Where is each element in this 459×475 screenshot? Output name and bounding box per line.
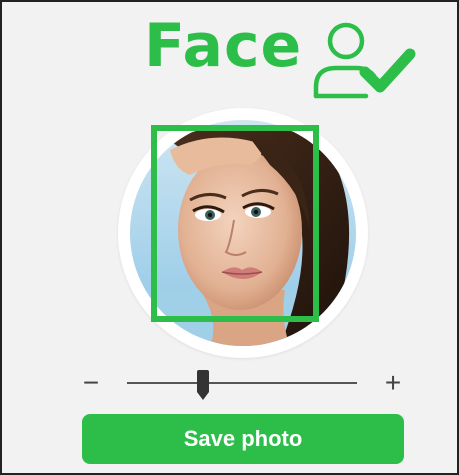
- zoom-slider-track[interactable]: [127, 382, 357, 384]
- face-detection-box: [151, 125, 319, 322]
- page-title: Face: [144, 11, 303, 81]
- zoom-slider-thumb[interactable]: [196, 370, 210, 400]
- zoom-in-button[interactable]: +: [378, 368, 408, 398]
- face-photo-panel: Face − + Save photo: [0, 0, 459, 475]
- zoom-out-button[interactable]: −: [78, 368, 104, 398]
- user-check-icon: [313, 22, 416, 99]
- save-photo-button[interactable]: Save photo: [82, 414, 404, 464]
